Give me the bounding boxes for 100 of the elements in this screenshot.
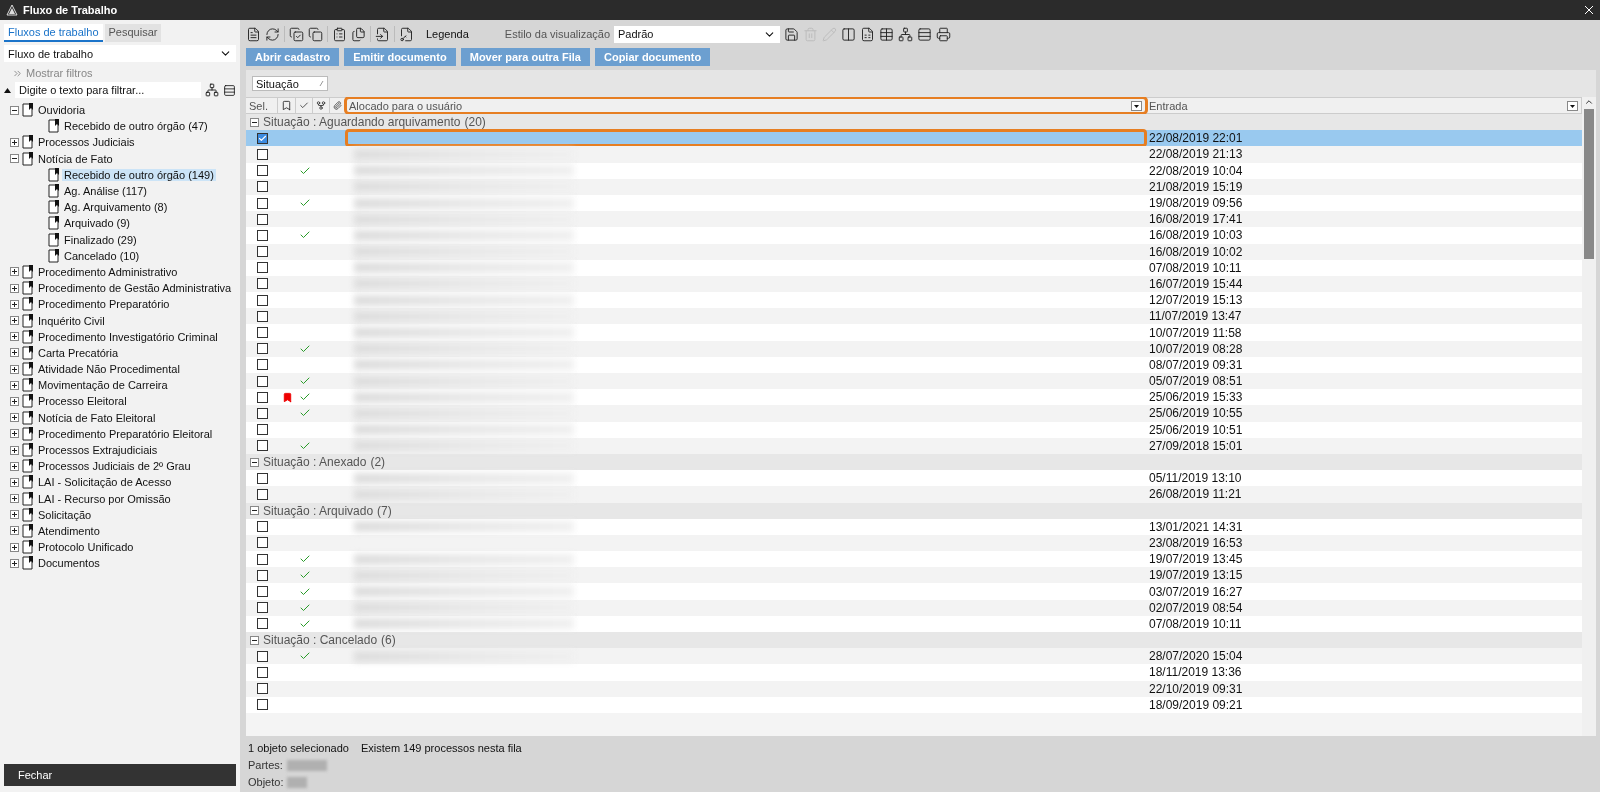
tree-item[interactable]: Recebido de outro órgão (47) bbox=[62, 120, 210, 133]
tree-item[interactable]: Processos Extrajudiciais bbox=[36, 444, 160, 457]
tree-item[interactable]: Movimentação de Carreira bbox=[36, 379, 170, 392]
checkbox[interactable] bbox=[256, 327, 268, 339]
tree-item[interactable]: Protocolo Unificado bbox=[36, 541, 136, 554]
tree-item[interactable]: Procedimento Investigatório Criminal bbox=[36, 330, 220, 343]
filter-input[interactable]: Digite o texto para filtrar... bbox=[15, 82, 201, 98]
checkbox[interactable] bbox=[256, 407, 268, 419]
workflow-dropdown[interactable]: Fluxo de trabalho bbox=[4, 45, 236, 62]
tree-item[interactable]: Arquivado (9) bbox=[62, 217, 133, 230]
tab[interactable]: Pesquisar bbox=[104, 24, 162, 42]
expand-toggle[interactable] bbox=[10, 461, 19, 471]
file-arrow-icon[interactable] bbox=[375, 26, 390, 42]
expand-toggle[interactable] bbox=[10, 364, 19, 374]
checkbox[interactable] bbox=[256, 343, 268, 355]
tree-item[interactable]: Procedimento de Gestão Administrativa bbox=[36, 282, 234, 295]
tree-item[interactable]: Cancelado (10) bbox=[62, 249, 142, 262]
table-icon[interactable] bbox=[879, 26, 894, 42]
expand-toggle[interactable] bbox=[10, 558, 19, 568]
tree-item[interactable]: Processos Judiciais bbox=[36, 136, 137, 149]
expand-toggle[interactable] bbox=[10, 494, 19, 504]
tree-item[interactable]: Notícia de Fato bbox=[36, 152, 115, 165]
clipboard-icon[interactable] bbox=[332, 26, 347, 42]
bookmark-icon[interactable] bbox=[281, 100, 292, 111]
tab[interactable]: Fluxos de trabalho bbox=[4, 24, 103, 42]
expand-toggle[interactable] bbox=[10, 542, 19, 552]
printer-icon[interactable] bbox=[936, 26, 951, 42]
expand-toggle[interactable] bbox=[10, 380, 19, 390]
expand-toggle[interactable] bbox=[10, 316, 19, 326]
expand-toggle[interactable] bbox=[10, 413, 19, 423]
table-row[interactable]: 22/08/2019 22:01 bbox=[246, 130, 1582, 147]
tree-item[interactable]: Finalizado (29) bbox=[62, 233, 139, 246]
tree-item[interactable]: Solicitação bbox=[36, 508, 94, 521]
checkbox[interactable] bbox=[256, 132, 268, 144]
checkbox[interactable] bbox=[256, 586, 268, 598]
checkbox[interactable] bbox=[256, 683, 268, 695]
expand-toggle[interactable] bbox=[10, 283, 19, 293]
clip-icon[interactable] bbox=[333, 100, 342, 111]
tree-item[interactable]: Procedimento Preparatório bbox=[36, 298, 172, 311]
save-icon[interactable] bbox=[784, 26, 799, 42]
copy-check-icon[interactable] bbox=[289, 26, 304, 42]
checkbox[interactable] bbox=[256, 246, 268, 258]
close-button[interactable]: Fechar bbox=[4, 764, 236, 786]
checkbox[interactable] bbox=[256, 391, 268, 403]
checkbox[interactable] bbox=[256, 262, 268, 274]
page-icon[interactable] bbox=[246, 26, 261, 42]
checkbox[interactable] bbox=[256, 229, 268, 241]
checkbox[interactable] bbox=[256, 375, 268, 387]
group-by-chip[interactable]: Situação bbox=[252, 76, 328, 91]
tree-item[interactable]: Ag. Análise (117) bbox=[62, 185, 149, 198]
expand-toggle[interactable] bbox=[10, 137, 19, 147]
scrollbar-thumb[interactable] bbox=[1584, 109, 1594, 259]
tree-item[interactable]: Recebido de outro órgão (149) bbox=[62, 168, 216, 181]
refresh-icon[interactable] bbox=[265, 26, 280, 42]
legend-label[interactable]: Legenda bbox=[426, 28, 469, 40]
tree-item[interactable]: Atividade Não Procedimental bbox=[36, 363, 182, 376]
table-row[interactable]: 12/07/2019 15:13 bbox=[246, 292, 1582, 309]
checkbox[interactable] bbox=[256, 521, 268, 533]
tree-item[interactable]: Inquérito Civil bbox=[36, 314, 107, 327]
table-row[interactable]: 25/06/2019 15:33 bbox=[246, 389, 1582, 406]
checkbox[interactable] bbox=[256, 359, 268, 371]
checkbox[interactable] bbox=[256, 602, 268, 614]
tree-item[interactable]: LAI - Solicitação de Acesso bbox=[36, 476, 174, 489]
table-row[interactable]: 16/08/2019 10:03 bbox=[246, 227, 1582, 244]
expand-toggle[interactable] bbox=[10, 332, 19, 342]
tree-item[interactable]: Processos Judiciais de 2º Grau bbox=[36, 460, 193, 473]
checkbox[interactable] bbox=[256, 197, 268, 209]
tree-item[interactable]: Ag. Arquivamento (8) bbox=[62, 201, 170, 214]
table-row[interactable]: 10/07/2019 11:58 bbox=[246, 324, 1582, 341]
checkbox[interactable] bbox=[256, 148, 268, 160]
check-icon[interactable] bbox=[299, 100, 309, 111]
collapse-toggle[interactable] bbox=[250, 457, 259, 467]
tree-icon[interactable] bbox=[316, 100, 326, 111]
collapse-toggle[interactable] bbox=[250, 506, 259, 516]
tree-item[interactable]: Documentos bbox=[36, 557, 102, 570]
scrollbar[interactable] bbox=[1582, 97, 1596, 736]
rows-icon[interactable] bbox=[223, 83, 236, 97]
column-header[interactable]: Sel. bbox=[246, 98, 278, 113]
table-row[interactable]: 19/07/2019 13:45 bbox=[246, 551, 1582, 568]
checkbox[interactable] bbox=[256, 424, 268, 436]
checkbox[interactable] bbox=[256, 650, 268, 662]
checkbox[interactable] bbox=[256, 165, 268, 177]
expand-toggle[interactable] bbox=[10, 299, 19, 309]
tree-item[interactable]: LAI - Recurso por Omissão bbox=[36, 492, 173, 505]
expand-toggle[interactable] bbox=[10, 477, 19, 487]
files-icon[interactable] bbox=[351, 26, 366, 42]
checkbox[interactable] bbox=[256, 278, 268, 290]
expand-toggle[interactable] bbox=[10, 429, 19, 439]
table-row[interactable]: 03/07/2019 16:27 bbox=[246, 583, 1582, 600]
view-style-dropdown[interactable]: Padrão bbox=[614, 25, 780, 43]
checkbox[interactable] bbox=[256, 310, 268, 322]
column-header[interactable]: Alocado para o usuário bbox=[346, 98, 1146, 113]
tree-icon[interactable] bbox=[898, 26, 913, 42]
expand-toggle[interactable] bbox=[10, 445, 19, 455]
tree-item[interactable]: Carta Precatória bbox=[36, 346, 121, 359]
collapse-toggle[interactable] bbox=[250, 117, 259, 127]
tree-item[interactable]: Ouvidoria bbox=[36, 104, 88, 117]
tree-item[interactable]: Processo Eleitoral bbox=[36, 395, 129, 408]
close-icon[interactable] bbox=[1584, 5, 1594, 15]
checkbox[interactable] bbox=[256, 618, 268, 630]
